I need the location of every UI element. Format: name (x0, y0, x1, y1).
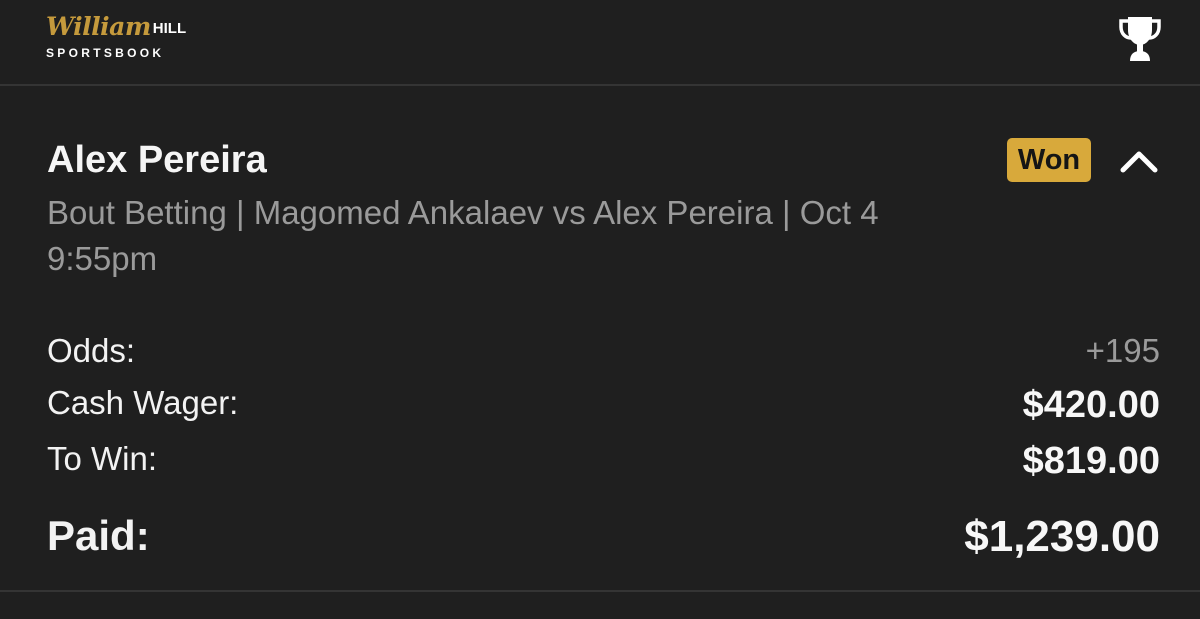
logo-hill-text: HILL (152, 20, 187, 37)
to-win-value: $819.00 (1022, 440, 1160, 482)
chevron-up-icon (1120, 151, 1158, 173)
bet-event-description: Bout Betting | Magomed Ankalaev vs Alex … (47, 194, 879, 277)
logo-subtitle: SPORTSBOOK (46, 46, 165, 60)
odds-row: Odds: +195 (47, 332, 1160, 376)
cash-wager-value: $420.00 (1022, 384, 1160, 426)
bet-card: Alex Pereira Bout Betting | Magomed Anka… (0, 86, 1200, 592)
cash-wager-row: Cash Wager: $420.00 (47, 384, 1160, 428)
cash-wager-label: Cash Wager: (47, 384, 239, 421)
app-header: William HILL SPORTSBOOK (0, 0, 1200, 86)
to-win-row: To Win: $819.00 (47, 440, 1160, 484)
paid-row: Paid: $1,239.00 (47, 512, 1160, 564)
paid-value: $1,239.00 (964, 512, 1160, 561)
paid-label: Paid: (47, 512, 150, 559)
bet-selection: Alex Pereira (47, 139, 267, 181)
william-hill-sportsbook-logo[interactable]: William HILL SPORTSBOOK (46, 12, 196, 62)
to-win-label: To Win: (47, 440, 158, 477)
collapse-button[interactable] (1118, 144, 1160, 178)
odds-value: +195 (1085, 332, 1160, 369)
trophy-icon[interactable] (1117, 14, 1163, 64)
logo-script-text: William (46, 12, 151, 41)
odds-label: Odds: (47, 332, 136, 369)
logo-wordmark: William HILL (46, 12, 186, 41)
status-badge: Won (1007, 138, 1091, 182)
bet-history-screen: William HILL SPORTSBOOK Alex Pereira Bout… (0, 0, 1200, 619)
